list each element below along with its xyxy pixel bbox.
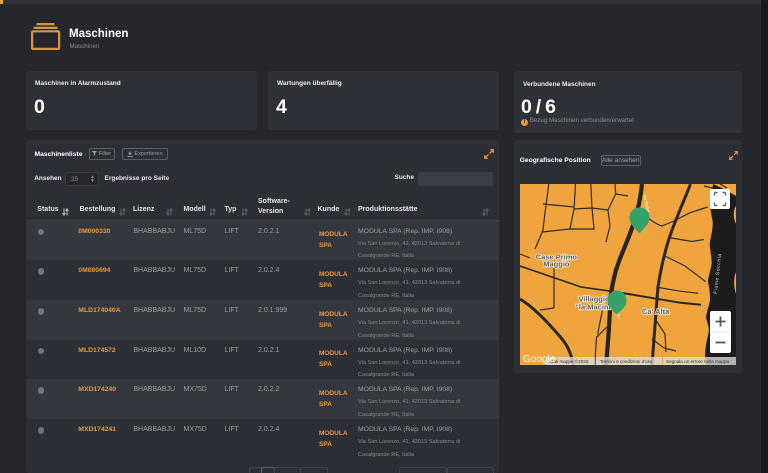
svg-text:Google: Google: [523, 354, 556, 365]
svg-text:"la Macina: "la Macina: [575, 303, 613, 312]
svg-text:Ca' Alta: Ca' Alta: [642, 307, 670, 316]
svg-text:Dati mappe ©2020: Dati mappe ©2020: [550, 358, 589, 364]
svg-text:Termini e condizioni d'uso: Termini e condizioni d'uso: [600, 359, 653, 364]
svg-text:Maggio: Maggio: [543, 260, 570, 269]
svg-text:Segnala un errore nella mappa: Segnala un errore nella mappa: [666, 359, 730, 364]
